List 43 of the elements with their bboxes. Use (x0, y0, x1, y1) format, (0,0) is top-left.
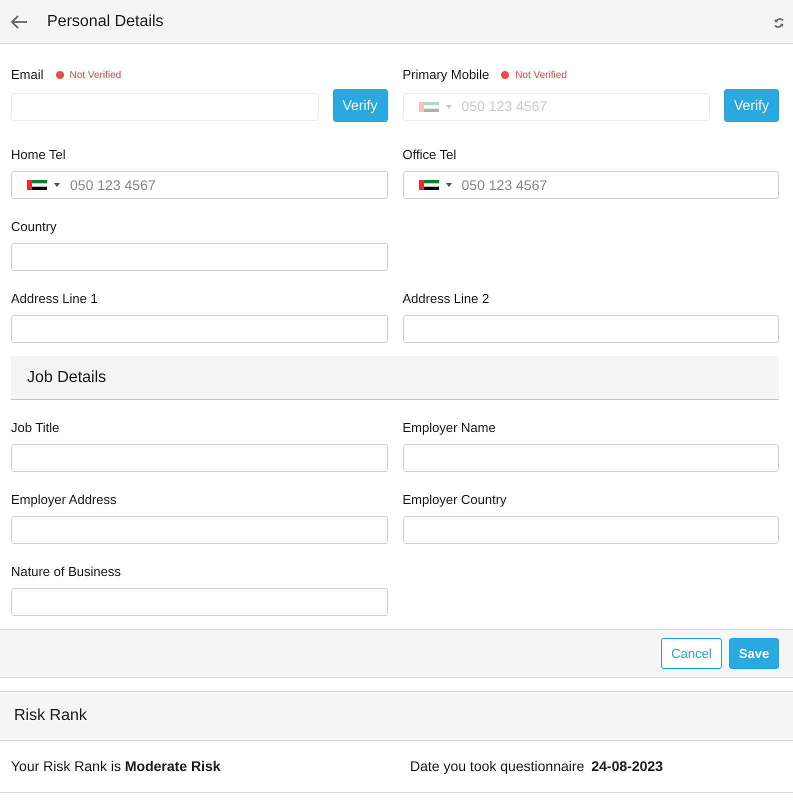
input-field[interactable] (402, 516, 779, 544)
input-field[interactable] (402, 315, 779, 343)
flag-icon (27, 180, 47, 190)
date-value: 24-08-2023 (591, 757, 663, 776)
phone-number-input[interactable]: 050 123 4567 (70, 174, 386, 196)
status-text: Not Verified (70, 68, 122, 82)
field-label: Employer Country (402, 491, 507, 510)
date-label: Date you took questionnaire (410, 757, 584, 776)
caret-icon (446, 183, 452, 187)
field-label: Employer Name (402, 419, 496, 438)
caret-icon (54, 183, 60, 187)
verify-button[interactable]: Verify (332, 89, 388, 122)
field-label: Job Title (11, 419, 60, 438)
field-label: Nature of Business (11, 563, 121, 582)
field-label: Primary Mobile (402, 66, 490, 84)
phone-field[interactable]: 050 123 4567 (11, 171, 388, 199)
field-label: Email (11, 66, 44, 84)
input-field[interactable] (402, 444, 779, 472)
save-button[interactable]: Save (729, 638, 779, 669)
input-field[interactable] (11, 588, 388, 616)
page-title: Personal Details (47, 12, 164, 32)
field-label: Address Line 1 (11, 290, 98, 308)
cancel-button[interactable]: Cancel (661, 638, 722, 669)
field-label: Office Tel (402, 146, 456, 164)
status-text: Not Verified (515, 68, 567, 82)
field-label: Country (11, 218, 57, 236)
refresh-icon[interactable] (773, 16, 785, 28)
risk-rank-text: Your Risk Rank is Moderate Risk (11, 757, 222, 776)
input-field[interactable] (11, 444, 388, 472)
caret-icon (446, 104, 452, 108)
section-title: Job Details (27, 368, 106, 388)
phone-field[interactable]: 050 123 4567 (402, 171, 779, 199)
input-field[interactable] (11, 315, 388, 343)
field-label: Home Tel (11, 146, 66, 164)
field-label: Address Line 2 (402, 290, 490, 308)
input-field[interactable] (11, 243, 388, 271)
field-label: Employer Address (11, 491, 116, 510)
back-icon[interactable] (10, 14, 28, 30)
phone-number-input[interactable]: 050 123 4567 (462, 174, 778, 196)
section-title: Risk Rank (14, 706, 87, 726)
flag-icon (418, 102, 438, 112)
input-field[interactable] (11, 516, 388, 544)
flag-icon (418, 180, 438, 190)
